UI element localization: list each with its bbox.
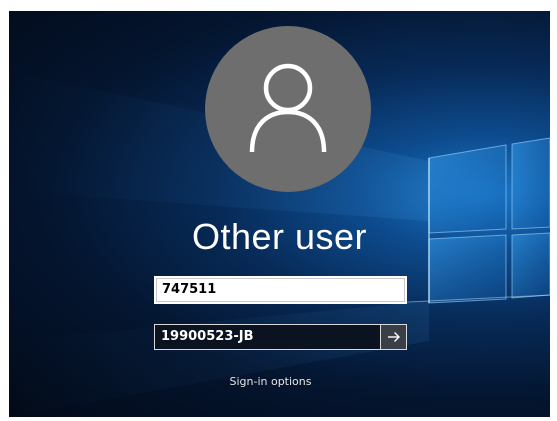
lock-screen: Other user bbox=[9, 11, 550, 417]
sign-in-options-link[interactable]: Sign-in options bbox=[0, 375, 541, 388]
submit-button[interactable] bbox=[380, 324, 407, 350]
password-input[interactable]: 19900523-JB bbox=[154, 324, 380, 350]
username-input[interactable]: 747511 bbox=[154, 276, 407, 304]
user-display-name: Other user bbox=[191, 216, 368, 257]
user-avatar bbox=[205, 26, 371, 192]
person-outline-icon bbox=[249, 63, 327, 152]
arrow-right-icon bbox=[387, 332, 400, 342]
